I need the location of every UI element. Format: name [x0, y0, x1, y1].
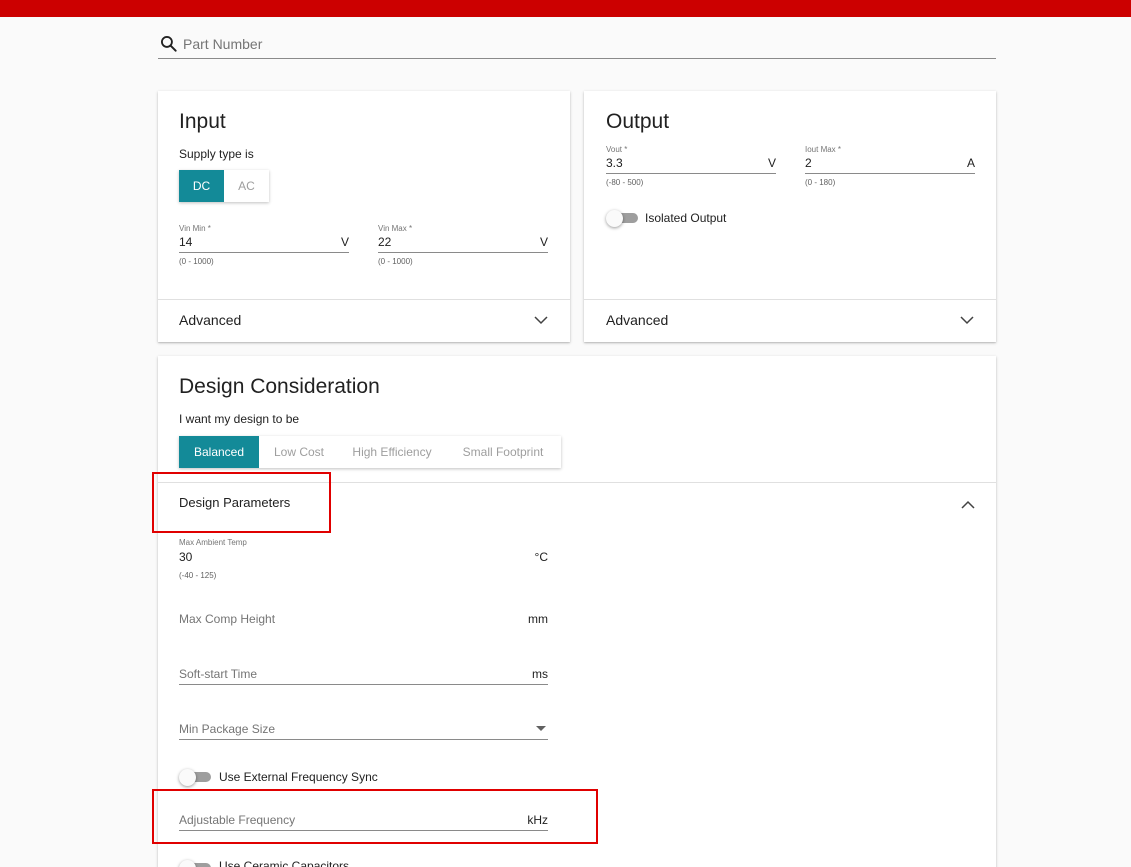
priority-small-footprint-option[interactable]: Small Footprint	[445, 436, 561, 468]
chevron-down-icon[interactable]	[534, 315, 548, 325]
priority-low-cost-option[interactable]: Low Cost	[259, 436, 339, 468]
input-title: Input	[179, 110, 226, 133]
vout-range: (-80 - 500)	[606, 178, 644, 187]
isolated-output-label: Isolated Output	[645, 211, 727, 225]
supply-ac-option[interactable]: AC	[224, 170, 269, 202]
iout-field[interactable]: Iout Max * 2 A (0 - 180)	[805, 145, 975, 187]
max-ambient-temp-value[interactable]: 30	[179, 550, 192, 564]
search-bar	[158, 30, 996, 59]
min-package-size-label: Min Package Size	[179, 722, 276, 736]
input-divider	[158, 299, 570, 300]
external-frequency-sync-label: Use External Frequency Sync	[219, 770, 378, 784]
highlight-design-parameters	[152, 472, 331, 533]
vout-value[interactable]: 3.3	[606, 156, 623, 170]
part-number-input[interactable]	[183, 36, 963, 52]
max-comp-height-label: Max Comp Height	[179, 612, 276, 626]
output-title: Output	[606, 110, 670, 133]
vin-min-value[interactable]: 14	[179, 235, 192, 249]
iout-label: Iout Max *	[805, 145, 842, 154]
vout-unit: V	[767, 156, 776, 170]
vin-max-unit: V	[539, 235, 548, 249]
input-card: Input Supply type is DC AC Vin Min * 14 …	[158, 91, 570, 342]
design-want-label: I want my design to be	[179, 412, 300, 426]
supply-type-label: Supply type is	[179, 147, 254, 161]
vout-field[interactable]: Vout * 3.3 V (-80 - 500)	[606, 145, 776, 187]
output-advanced-toggle[interactable]: Advanced	[606, 312, 668, 328]
vin-max-field[interactable]: Vin Max * 22 V (0 - 1000)	[378, 224, 548, 266]
max-ambient-temp-field[interactable]: Max Ambient Temp 30 °C (-40 - 125)	[179, 538, 548, 580]
priority-high-efficiency-option[interactable]: High Efficiency	[339, 436, 445, 468]
vin-max-range: (0 - 1000)	[378, 257, 413, 266]
iout-unit: A	[966, 156, 975, 170]
chevron-up-icon[interactable]	[961, 500, 975, 510]
max-ambient-temp-unit: °C	[534, 550, 548, 564]
max-comp-height-unit: mm	[528, 612, 548, 626]
search-icon	[161, 36, 177, 52]
design-title: Design Consideration	[179, 375, 380, 398]
output-divider	[584, 299, 996, 300]
iout-value[interactable]: 2	[805, 156, 812, 170]
vin-min-range: (0 - 1000)	[179, 257, 214, 266]
max-ambient-temp-range: (-40 - 125)	[179, 571, 217, 580]
vout-label: Vout *	[606, 145, 628, 154]
vin-min-label: Vin Min *	[179, 224, 211, 233]
soft-start-time-field[interactable]: Soft-start Time ms	[179, 665, 548, 685]
dropdown-arrow-icon	[536, 726, 546, 731]
vin-max-value[interactable]: 22	[378, 235, 391, 249]
soft-start-time-label: Soft-start Time	[179, 667, 258, 681]
top-bar	[0, 0, 1131, 17]
external-frequency-sync-toggle[interactable]	[179, 769, 211, 786]
soft-start-time-unit: ms	[532, 667, 548, 681]
design-priority-toggle: Balanced Low Cost High Efficiency Small …	[179, 436, 561, 468]
chevron-down-icon[interactable]	[960, 315, 974, 325]
supply-type-toggle: DC AC	[179, 170, 269, 202]
output-card: Output Vout * 3.3 V (-80 - 500) Iout Max…	[584, 91, 996, 342]
input-advanced-toggle[interactable]: Advanced	[179, 312, 241, 328]
max-ambient-temp-label: Max Ambient Temp	[179, 538, 247, 547]
ceramic-capacitors-label: Use Ceramic Capacitors	[219, 859, 350, 867]
ceramic-capacitors-toggle[interactable]	[179, 860, 211, 867]
vin-min-unit: V	[340, 235, 349, 249]
vin-min-field[interactable]: Vin Min * 14 V (0 - 1000)	[179, 224, 349, 266]
vin-max-label: Vin Max *	[378, 224, 413, 233]
supply-dc-option[interactable]: DC	[179, 170, 224, 202]
max-comp-height-field[interactable]: Max Comp Height mm	[179, 609, 548, 629]
iout-range: (0 - 180)	[805, 178, 836, 187]
isolated-output-toggle[interactable]	[606, 210, 638, 227]
min-package-size-select[interactable]: Min Package Size	[179, 720, 548, 740]
highlight-adjustable-frequency	[152, 789, 598, 844]
priority-balanced-option[interactable]: Balanced	[179, 436, 259, 468]
